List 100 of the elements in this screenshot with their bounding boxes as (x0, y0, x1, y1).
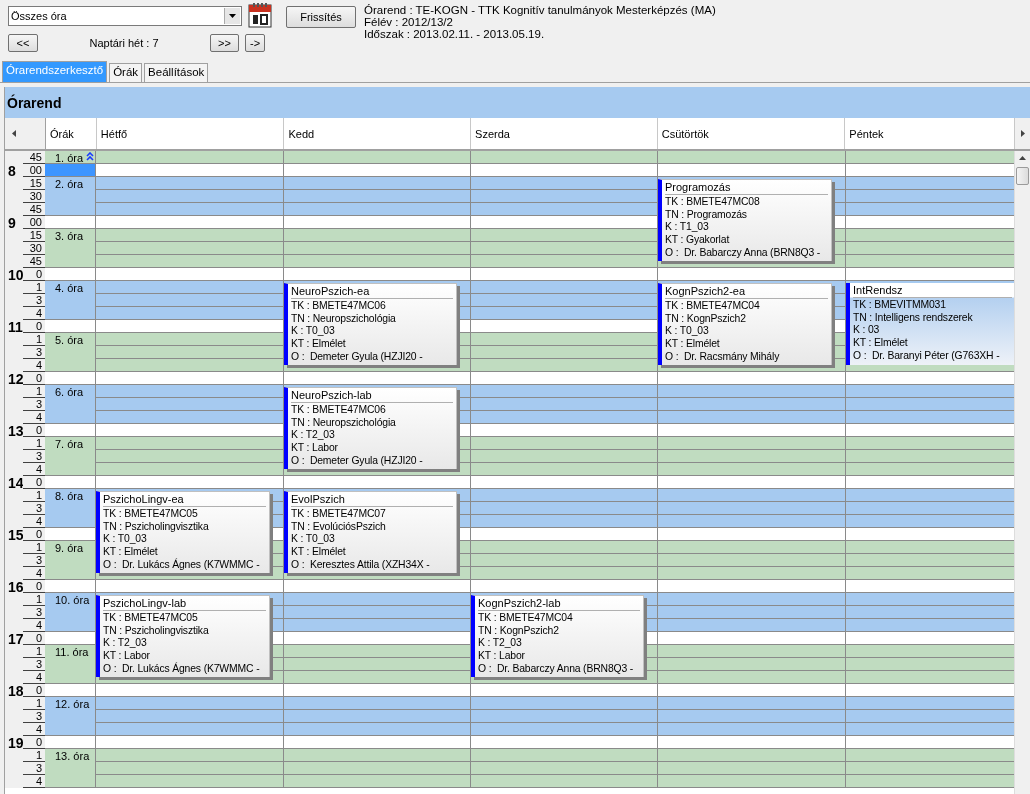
period-cell[interactable] (45, 424, 96, 437)
scroll-up-icon[interactable] (1019, 155, 1026, 162)
scrollbar-thumb[interactable] (1016, 167, 1029, 185)
period-label: 2. óra (55, 178, 84, 190)
period-cell[interactable]: 13. óra (45, 749, 96, 788)
hour-label: 18 (7, 685, 24, 697)
period-cell[interactable]: 7. óra (45, 437, 96, 476)
info-text: Órarend : TE-KOGN - TTK Kognitív tanulmányok Mesterképzés (MA) (364, 4, 716, 16)
period-cell[interactable] (45, 632, 96, 645)
calendar-event[interactable]: NeuroPszich-ea TK : BMETE47MC06 TN : Neuropszichológia K : T0_03 KT : Elmélet O : Demeter Gyula (HZJI20 - (284, 283, 457, 365)
event-detail: TN : Pszicholingvisztika (103, 624, 210, 638)
previous-week-button[interactable]: << (8, 34, 38, 52)
period-cell[interactable]: 4. óra (45, 281, 96, 320)
column-header: Szerda (471, 118, 658, 149)
event-detail: TN : Intelligens rendszerek (853, 311, 974, 325)
event-detail: KT : Labor (478, 650, 526, 663)
event-detail: TN : Pszicholingvisztika (103, 520, 210, 534)
calendar-event[interactable]: Programozás TK : BMETE47MC08 TN : Programozás K : T1_03 KT : Gyakorlat O : Dr. Babarczy Anna (BRN8Q3 - (658, 179, 832, 261)
event-detail: KT : Elmélet (291, 338, 347, 351)
event-detail: TK : BMETE47MC05 (103, 612, 199, 625)
hour-label: 17 (7, 633, 24, 645)
calendar-event[interactable]: KognPszich2-ea TK : BMETE47MC04 TN : KognPszich2 K : T0_03 KT : Elmélet O : Dr. Racsmány Mihály (658, 283, 832, 365)
tab[interactable]: Órák (109, 63, 143, 82)
event-title: KognPszich2-lab (478, 597, 640, 611)
period-label: 7. óra (55, 438, 84, 450)
refresh-button[interactable]: Frissítés (286, 6, 356, 28)
event-detail: O : Demeter Gyula (HZJI20 - (291, 454, 424, 468)
period-label: 1. óra (55, 152, 84, 164)
double-chevron-up-icon[interactable] (86, 152, 94, 161)
hour-label: 13 (7, 425, 24, 437)
period-cell[interactable]: 5. óra (45, 333, 96, 372)
period-cell[interactable]: 2. óra (45, 177, 96, 216)
period-cell[interactable]: 8. óra (45, 489, 96, 528)
period-cell[interactable] (45, 372, 96, 385)
event-title: IntRendsz (853, 284, 1012, 298)
event-detail: TK : BMETE47MC04 (478, 612, 574, 625)
column-header: Hétfő (96, 118, 285, 149)
scroll-left-icon[interactable] (11, 130, 18, 137)
period-label: 11. óra (55, 646, 89, 658)
event-title: KognPszich2-ea (665, 285, 828, 299)
calendar-event[interactable]: KognPszich2-lab TK : BMETE47MC04 TN : KognPszich2 K : T2_03 KT : Labor O : Dr. Babarczy Anna (BRN8Q3 - (471, 595, 644, 677)
period-cell[interactable] (45, 164, 96, 177)
calendar-event[interactable]: EvolPszich TK : BMETE47MC07 TN : EvolúciósPszich K : T0_03 KT : Elmélet O : Keresztes Attila (XZH34X - (284, 491, 457, 573)
info-text: Félév : 2012/13/2 (364, 16, 454, 28)
period-label: 9. óra (55, 542, 84, 554)
event-detail: TK : BMETE47MC06 (291, 404, 387, 417)
period-cell[interactable] (45, 268, 96, 281)
event-detail: K : T0_03 (103, 533, 148, 547)
event-detail: KT : Gyakorlat (665, 234, 731, 247)
event-detail: TN : EvolúciósPszich (291, 520, 387, 534)
period-cell[interactable]: 12. óra (45, 697, 96, 736)
event-detail: TN : Programozás (665, 208, 748, 222)
period-cell[interactable]: 11. óra (45, 645, 96, 684)
period-cell[interactable] (45, 736, 96, 749)
event-detail: TK : BMEVITMM031 (853, 299, 947, 312)
filter-dropdown[interactable]: Összes óra (8, 5, 242, 26)
calendar-event[interactable]: PszichoLingv-ea TK : BMETE47MC05 TN : Pszicholingvisztika K : T0_03 KT : Elmélet O : Dr. Lukács Ágnes (K7WMMC - (96, 491, 270, 573)
event-detail: K : T2_03 (478, 637, 523, 651)
column-header: Órák (45, 118, 97, 149)
calendar-event[interactable]: PszichoLingv-lab TK : BMETE47MC05 TN : Pszicholingvisztika K : T2_03 KT : Labor O : Dr. Lukács Ágnes (K7WMMC - (96, 595, 270, 677)
calendar-event[interactable]: IntRendsz TK : BMEVITMM031 TN : Intelligens rendszerek K : 03 KT : Elmélet O : Dr. Baranyi Péter (G763XH - (846, 283, 1014, 365)
period-label: 4. óra (55, 282, 84, 294)
period-cell[interactable] (45, 476, 96, 489)
period-cell[interactable] (45, 580, 96, 593)
event-detail: O : Dr. Racsmány Mihály (665, 350, 781, 364)
event-detail: TK : BMETE47MC08 (665, 196, 761, 209)
period-cell[interactable] (45, 684, 96, 697)
next-week-button[interactable]: >> (210, 34, 239, 52)
hour-label: 14 (7, 477, 24, 489)
column-header: Csütörtök (657, 118, 846, 149)
period-cell[interactable] (45, 528, 96, 541)
event-detail: TN : Neuropszichológia (291, 416, 397, 430)
event-detail: K : T1_03 (665, 221, 710, 235)
period-cell[interactable]: 9. óra (45, 541, 96, 580)
period-label: 12. óra (55, 698, 90, 710)
event-detail: KT : Labor (291, 442, 339, 455)
calendar-event[interactable]: NeuroPszich-lab TK : BMETE47MC06 TN : Neuropszichológia K : T2_03 KT : Labor O : Demeter Gyula (HZJI20 - (284, 387, 457, 469)
period-cell[interactable] (45, 216, 96, 229)
event-detail: O : Dr. Lukács Ágnes (K7WMMC - (103, 662, 261, 676)
period-cell[interactable]: 1. óra (45, 151, 96, 164)
tab[interactable]: Beállítások (144, 63, 209, 82)
period-cell[interactable]: 3. óra (45, 229, 96, 268)
event-detail: KT : Labor (103, 650, 151, 663)
event-detail: O : Demeter Gyula (HZJI20 - (291, 350, 424, 364)
hour-label: 16 (7, 581, 24, 593)
period-cell[interactable]: 6. óra (45, 385, 96, 424)
calendar-icon[interactable] (248, 3, 272, 28)
hour-label: 19 (7, 737, 24, 749)
period-label: 8. óra (55, 490, 84, 502)
event-detail: K : T0_03 (291, 533, 336, 547)
period-cell[interactable] (45, 320, 96, 333)
event-detail: KT : Elmélet (103, 546, 159, 559)
period-cell[interactable]: 10. óra (45, 593, 96, 632)
event-detail: TN : KognPszich2 (478, 624, 560, 638)
event-detail: K : T0_03 (665, 325, 710, 339)
scroll-right-icon[interactable] (1019, 130, 1026, 137)
period-label: 10. óra (55, 594, 90, 606)
go-button[interactable]: -> (245, 34, 266, 52)
hour-label: 12 (7, 373, 24, 385)
column-header: Kedd (284, 118, 472, 149)
